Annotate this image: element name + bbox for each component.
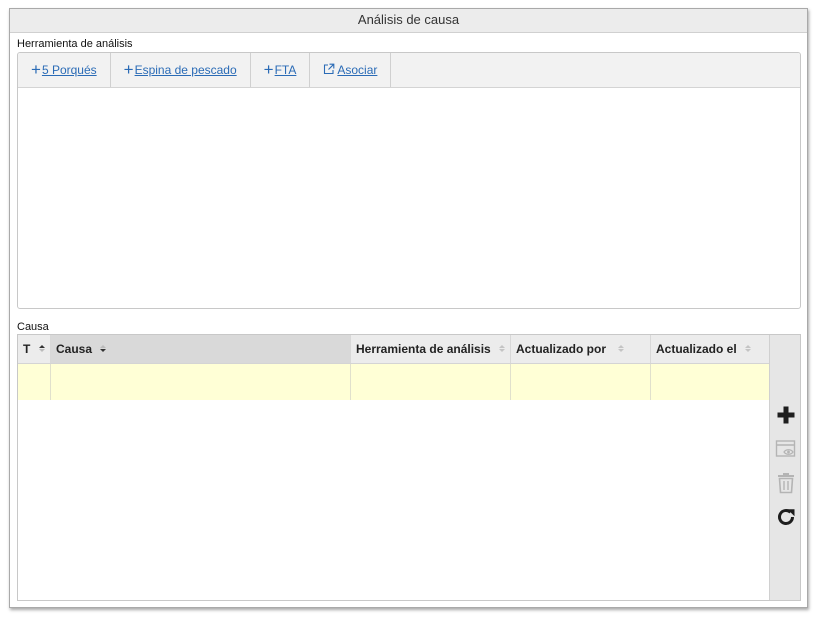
trash-icon	[778, 473, 794, 494]
plus-icon: +	[123, 60, 134, 79]
plus-icon	[777, 406, 795, 424]
plus-icon: +	[263, 60, 274, 79]
grid-action-bar	[769, 335, 800, 600]
sort-icon	[744, 335, 752, 363]
cause-label: Causa	[17, 321, 49, 333]
associate-button[interactable]: Asociar	[310, 53, 392, 87]
plus-icon: +	[31, 60, 41, 79]
column-label: Herramienta de análisis	[356, 342, 491, 356]
column-header-tool[interactable]: Herramienta de análisis	[351, 335, 511, 363]
sort-icon	[617, 335, 625, 363]
sort-icon	[38, 335, 46, 363]
fishbone-label: Espina de pescado	[134, 63, 237, 77]
sort-icon	[99, 335, 107, 363]
sort-icon	[498, 335, 506, 363]
add-button[interactable]	[774, 403, 798, 427]
refresh-button[interactable]	[774, 505, 798, 529]
table-cell	[511, 364, 651, 400]
column-header-causa[interactable]: Causa	[51, 335, 351, 363]
table-cell	[651, 364, 770, 400]
column-header-updated-by[interactable]: Actualizado por	[511, 335, 651, 363]
analysis-tool-label: Herramienta de análisis	[17, 38, 133, 50]
delete-button[interactable]	[774, 471, 798, 495]
view-button[interactable]	[774, 437, 798, 461]
associate-label: Asociar	[337, 63, 378, 77]
table-cell	[18, 364, 51, 400]
view-icon	[775, 440, 796, 457]
five-whys-label: 5 Porqués	[41, 63, 97, 77]
table-cell	[351, 364, 511, 400]
grid-header: T Causa Herramienta de análisis Actualiz…	[18, 335, 770, 364]
fta-label: FTA	[274, 63, 297, 77]
table-cell	[51, 364, 351, 400]
cause-grid: T Causa Herramienta de análisis Actualiz…	[17, 334, 801, 601]
fta-button[interactable]: + FTA	[251, 53, 311, 87]
column-label: T	[23, 342, 31, 356]
external-link-icon	[323, 63, 337, 78]
analysis-toolbar: + 5 Porqués + Espina de pescado + FTA As…	[18, 53, 800, 88]
column-header-updated-on[interactable]: Actualizado el	[651, 335, 770, 363]
fishbone-button[interactable]: + Espina de pescado	[111, 53, 251, 87]
five-whys-button[interactable]: + 5 Porqués	[18, 53, 111, 87]
analysis-panel: Análisis de causa Herramienta de análisi…	[9, 8, 808, 608]
column-label: Actualizado el	[656, 342, 737, 356]
panel-title: Análisis de causa	[10, 9, 807, 33]
column-header-t[interactable]: T	[18, 335, 51, 363]
refresh-icon	[778, 509, 795, 525]
column-label: Actualizado por	[516, 342, 607, 356]
analysis-tool-box: + 5 Porqués + Espina de pescado + FTA As…	[17, 52, 801, 309]
column-label: Causa	[56, 342, 93, 356]
table-row[interactable]	[18, 364, 770, 400]
